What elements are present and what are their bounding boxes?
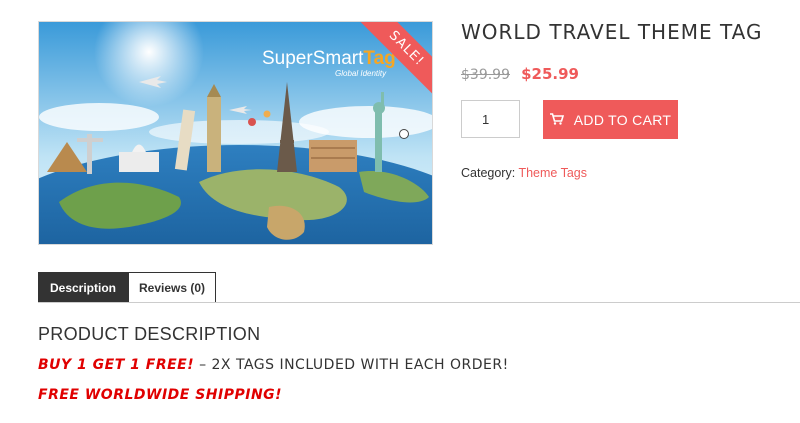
cart-icon <box>549 112 564 128</box>
product-tabs: Description Reviews (0) <box>38 272 216 303</box>
product-image[interactable]: SuperSmartTag Global Identity SALE! <box>38 21 433 245</box>
promo-line-1: BUY 1 GET 1 FREE! – 2X TAGS INCLUDED WIT… <box>38 357 509 373</box>
description-heading: PRODUCT DESCRIPTION <box>38 324 261 344</box>
gallery-zoom-dot[interactable] <box>399 129 409 139</box>
travel-landmarks-illustration: SuperSmartTag Global Identity <box>39 22 432 244</box>
add-to-cart-button[interactable]: ADD TO CART <box>543 100 678 139</box>
category-label: Category: <box>461 166 516 180</box>
tabs-divider <box>38 302 800 303</box>
price-old: $39.99 <box>461 67 510 83</box>
promo-bogo: BUY 1 GET 1 FREE! <box>38 357 195 373</box>
quantity-input[interactable] <box>461 100 520 138</box>
promo-line-2: FREE WORLDWIDE SHIPPING! <box>38 387 282 403</box>
promo-tags-included: – 2X TAGS INCLUDED WITH EACH ORDER! <box>194 357 509 373</box>
product-category: Category: Theme Tags <box>461 166 587 180</box>
price-new: $25.99 <box>521 65 579 83</box>
category-link[interactable]: Theme Tags <box>518 166 587 180</box>
tab-reviews[interactable]: Reviews (0) <box>128 272 216 303</box>
add-to-cart-label: ADD TO CART <box>573 111 672 128</box>
tab-description[interactable]: Description <box>38 272 128 303</box>
image-brand-text: SuperSmartTag <box>262 48 396 69</box>
promo-free-shipping: FREE WORLDWIDE SHIPPING! <box>38 387 283 403</box>
product-title: WORLD TRAVEL THEME TAG <box>461 20 763 44</box>
price: $39.99 $25.99 <box>461 64 579 83</box>
image-brand-tagline: Global Identity <box>335 69 387 78</box>
